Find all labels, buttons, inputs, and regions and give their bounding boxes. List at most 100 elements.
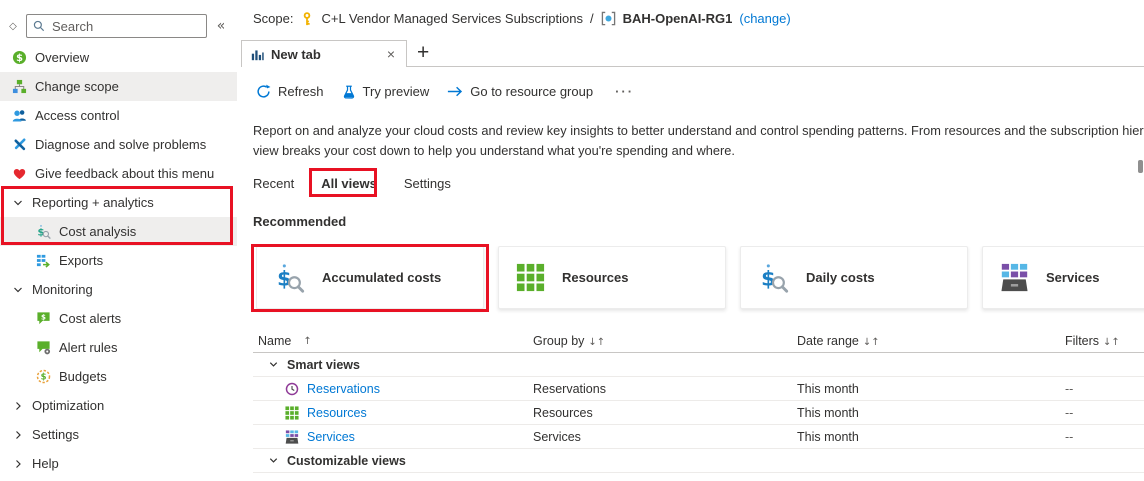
- chevron-down-icon: [12, 284, 24, 296]
- vertical-scrollbar-thumb[interactable]: [1138, 160, 1143, 173]
- heart-icon: [12, 166, 27, 181]
- sidebar-item-diagnose[interactable]: Diagnose and solve problems: [0, 130, 237, 159]
- services-grid-icon: [1000, 263, 1029, 292]
- tab-recent[interactable]: Recent: [253, 176, 294, 191]
- sort-both-icon: ↓↑: [862, 337, 880, 348]
- sidebar: ◇ « $ Overview Change scope Access contr…: [0, 0, 237, 481]
- refresh-icon: [256, 84, 271, 99]
- scope-separator: /: [589, 11, 594, 26]
- sort-both-icon: ↓↑: [1103, 337, 1120, 348]
- chevron-right-icon: [12, 458, 24, 470]
- view-link[interactable]: Resources: [307, 406, 367, 420]
- arrow-right-icon: [447, 85, 463, 98]
- sidebar-search-row: ◇ «: [4, 14, 231, 38]
- more-commands-button[interactable]: ···: [611, 84, 638, 99]
- access-control-icon: [12, 108, 27, 123]
- chevron-right-icon: [12, 400, 24, 412]
- svg-text:$: $: [41, 312, 46, 321]
- table-header: Name ↑ Group by ↓↑ Date range ↓↑ Filters ↓↑: [253, 330, 1144, 353]
- column-header-name[interactable]: Name ↑: [253, 334, 533, 348]
- table-row-reservations[interactable]: Reservations Reservations This month --: [253, 377, 1144, 401]
- scope-subscription[interactable]: C+L Vendor Managed Services Subscription…: [321, 11, 582, 26]
- column-header-date-range[interactable]: Date range ↓↑: [797, 334, 1065, 348]
- view-link[interactable]: Services: [307, 430, 355, 444]
- beaker-icon: [342, 85, 356, 99]
- tab-divider: [407, 66, 1144, 67]
- resource-group-icon: [601, 11, 616, 26]
- sort-asc-icon: ↑: [303, 335, 312, 347]
- view-link[interactable]: Reservations: [307, 382, 380, 396]
- budgets-icon: $: [36, 369, 51, 384]
- tab-title: New tab: [271, 46, 321, 62]
- sidebar-item-alert-rules[interactable]: Alert rules: [0, 333, 237, 362]
- views-table: Name ↑ Group by ↓↑ Date range ↓↑ Filters ↓↑ …: [253, 330, 1144, 473]
- search-input[interactable]: [50, 17, 200, 35]
- sidebar-group-help[interactable]: Help: [0, 449, 237, 478]
- change-scope-icon: [12, 79, 27, 94]
- description-line-2: view breaks your cost down to help you u…: [253, 143, 735, 158]
- try-preview-button[interactable]: Try preview: [342, 84, 429, 99]
- tools-icon: [12, 137, 27, 152]
- sidebar-item-change-scope[interactable]: Change scope: [0, 72, 237, 101]
- sidebar-group-reporting-analytics[interactable]: Reporting + analytics: [0, 188, 237, 217]
- dollar-magnifier-icon: $: [274, 262, 305, 293]
- chevron-right-icon: [12, 429, 24, 441]
- add-tab-button[interactable]: +: [417, 42, 429, 64]
- chevron-down-icon: [268, 359, 279, 370]
- scope-label: Scope:: [253, 11, 294, 26]
- search-icon: [33, 20, 45, 32]
- card-daily-costs[interactable]: $ Daily costs: [740, 246, 968, 309]
- close-tab-icon[interactable]: ×: [385, 46, 397, 62]
- sidebar-group-monitoring[interactable]: Monitoring: [0, 275, 237, 304]
- tab-all-views[interactable]: All views: [321, 176, 377, 191]
- card-accumulated-costs[interactable]: $ Accumulated costs: [256, 246, 484, 309]
- recommended-cards: $ Accumulated costs Resources $ Daily co…: [256, 246, 1144, 316]
- page-description: Report on and analyze your cloud costs a…: [253, 121, 1144, 161]
- chevron-down-icon: [268, 455, 279, 466]
- card-services[interactable]: Services: [982, 246, 1144, 309]
- group-row-customizable-views[interactable]: Customizable views: [253, 449, 1144, 473]
- sidebar-item-exports[interactable]: Exports: [0, 246, 237, 275]
- sidebar-item-budgets[interactable]: $ Budgets: [0, 362, 237, 391]
- recommended-heading: Recommended: [253, 214, 347, 229]
- card-resources[interactable]: Resources: [498, 246, 726, 309]
- sidebar-item-cost-analysis[interactable]: $ Cost analysis: [0, 217, 237, 246]
- dock-icon[interactable]: ◇: [4, 21, 22, 32]
- sidebar-item-overview[interactable]: $ Overview: [0, 43, 237, 72]
- bar-chart-icon: [251, 48, 264, 61]
- alert-rules-icon: [36, 340, 51, 355]
- table-row-resources[interactable]: Resources Resources This month --: [253, 401, 1144, 425]
- sidebar-item-access-control[interactable]: Access control: [0, 101, 237, 130]
- clock-icon: [285, 382, 299, 396]
- pivot-tabs: Recent All views Settings: [253, 176, 451, 191]
- sidebar-item-cost-alerts[interactable]: $ Cost alerts: [0, 304, 237, 333]
- scope-breadcrumb: Scope: C+L Vendor Managed Services Subsc…: [253, 11, 791, 26]
- table-row-services[interactable]: Services Services This month --: [253, 425, 1144, 449]
- svg-text:$: $: [16, 53, 23, 64]
- sidebar-group-optimization[interactable]: Optimization: [0, 391, 237, 420]
- active-view-tab[interactable]: New tab ×: [241, 40, 407, 67]
- svg-text:$: $: [41, 372, 47, 382]
- sidebar-nav: $ Overview Change scope Access control D…: [0, 43, 237, 478]
- cost-management-icon: $: [12, 50, 27, 65]
- chevron-down-icon: [12, 197, 24, 209]
- sidebar-item-feedback[interactable]: Give feedback about this menu: [0, 159, 237, 188]
- cost-alerts-icon: $: [36, 311, 51, 326]
- collapse-sidebar-icon[interactable]: «: [211, 18, 231, 34]
- resources-grid-icon: [516, 263, 545, 292]
- scope-resource-group: BAH-OpenAI-RG1: [622, 11, 733, 26]
- column-header-group-by[interactable]: Group by ↓↑: [533, 334, 797, 348]
- go-to-resource-group-button[interactable]: Go to resource group: [447, 84, 593, 99]
- change-scope-link[interactable]: (change): [739, 11, 790, 26]
- resources-grid-icon: [285, 405, 299, 420]
- tab-settings[interactable]: Settings: [404, 176, 451, 191]
- group-row-smart-views[interactable]: Smart views: [253, 353, 1144, 377]
- description-line-1: Report on and analyze your cloud costs a…: [253, 123, 1144, 138]
- services-grid-icon: [285, 429, 299, 444]
- refresh-button[interactable]: Refresh: [256, 84, 324, 99]
- key-icon: [300, 11, 314, 26]
- sidebar-group-settings[interactable]: Settings: [0, 420, 237, 449]
- column-header-filters[interactable]: Filters ↓↑: [1065, 334, 1144, 348]
- cost-analysis-icon: $: [36, 224, 51, 239]
- search-box[interactable]: [26, 14, 207, 38]
